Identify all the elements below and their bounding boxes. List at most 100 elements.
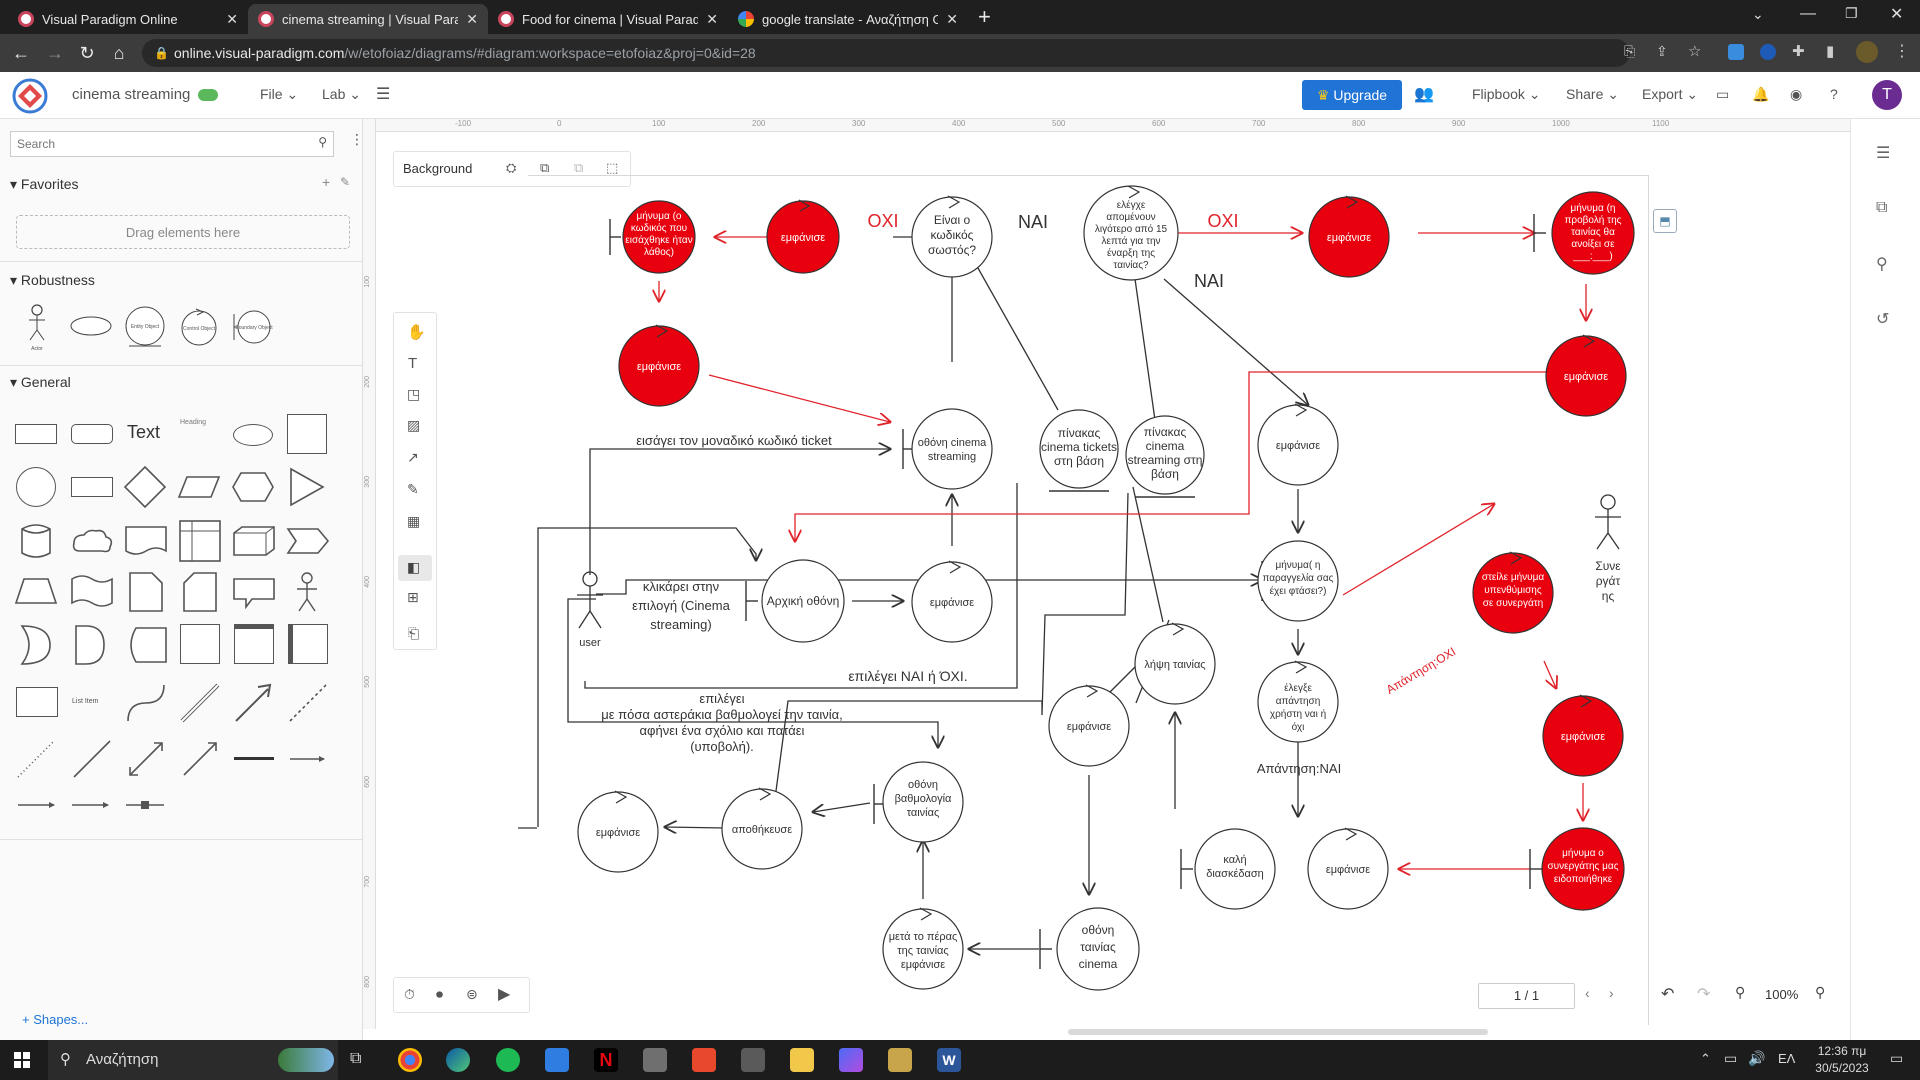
- file-menu[interactable]: File ⌄: [260, 86, 298, 103]
- cloud-shape[interactable]: [70, 527, 114, 555]
- user-avatar[interactable]: T: [1872, 80, 1902, 110]
- control-check-answer[interactable]: έλεγξε απάντηση χρήστη ναι ή όχι: [1257, 660, 1339, 743]
- vp-logo-icon[interactable]: [12, 78, 48, 114]
- control-remind-partner[interactable]: στείλε μήνυμα υπενθύμισης σε συνεργάτη: [1472, 551, 1554, 634]
- table-shape[interactable]: [178, 519, 222, 563]
- process-shape[interactable]: [71, 477, 113, 497]
- double-arrow-shape[interactable]: [178, 681, 222, 725]
- hexagon-shape[interactable]: [231, 471, 275, 503]
- control-after-movie-end[interactable]: μετά το πέρας της ταινίας εμφάνισε: [882, 907, 964, 990]
- trapezoid-shape[interactable]: [14, 577, 58, 605]
- extension-icon[interactable]: [1728, 44, 1744, 60]
- boundary-home-screen[interactable]: Αρχική οθόνη: [745, 559, 845, 643]
- clock-date[interactable]: 30/5/2023: [1812, 1061, 1872, 1075]
- connector-line-shape[interactable]: [124, 795, 166, 815]
- close-window-button[interactable]: ✕: [1890, 4, 1903, 24]
- puzzle-icon[interactable]: ✚: [1792, 42, 1805, 60]
- stick-figure-shape[interactable]: [292, 571, 322, 615]
- dotted-line-shape[interactable]: [14, 737, 58, 781]
- store-app-icon[interactable]: [545, 1048, 569, 1072]
- taskbar-search[interactable]: ⚲ Αναζήτηση: [48, 1040, 338, 1080]
- document-shape[interactable]: [124, 525, 168, 557]
- comments-icon[interactable]: ▭: [1716, 86, 1729, 103]
- boundary-partner-notified-message[interactable]: μήνυμα ο συνεργάτης μας ειδοποιήθηκε: [1529, 827, 1625, 911]
- rectangle-shape[interactable]: [15, 424, 57, 444]
- line-shape[interactable]: [70, 737, 114, 781]
- document-title[interactable]: cinema streaming: [72, 86, 190, 103]
- rounded-rectangle-shape[interactable]: [71, 424, 113, 444]
- favorites-header[interactable]: ▾ Favorites: [10, 176, 79, 193]
- task-view-icon[interactable]: ⧉: [350, 1050, 361, 1068]
- share-menu[interactable]: Share ⌄: [1566, 86, 1619, 103]
- extension-icon[interactable]: [1760, 44, 1776, 60]
- tray-chevron-icon[interactable]: ⌃: [1700, 1051, 1711, 1067]
- sidepanel-icon[interactable]: ▮: [1826, 42, 1834, 60]
- boundary-not-open-message[interactable]: μήνυμα (η προβολή της ταινίας θα ανοίξει σε…: [1533, 191, 1635, 275]
- heading-shape[interactable]: Heading: [180, 419, 206, 426]
- edit-pencil-icon[interactable]: ✎: [340, 175, 350, 189]
- translate-icon[interactable]: ⎘: [1624, 43, 1635, 60]
- clock-time[interactable]: 12:36 πμ: [1812, 1044, 1872, 1058]
- preview-eye-icon[interactable]: ◉: [1790, 86, 1802, 103]
- control-show-3[interactable]: εμφάνισε: [1048, 684, 1130, 767]
- control-show-4[interactable]: εμφάνισε: [577, 790, 659, 873]
- spotify-app-icon[interactable]: [496, 1048, 520, 1072]
- windows-start-icon[interactable]: [14, 1052, 30, 1068]
- share-icon[interactable]: ⇪: [1656, 43, 1668, 60]
- export-menu[interactable]: Export ⌄: [1642, 86, 1698, 103]
- collaborators-icon[interactable]: 👥: [1414, 84, 1434, 104]
- search-box[interactable]: ⚲: [10, 131, 334, 157]
- chevron-shape[interactable]: [286, 527, 330, 555]
- favorites-dropzone[interactable]: Drag elements here: [16, 215, 350, 249]
- menu-kebab-icon[interactable]: ⋮: [1894, 41, 1910, 61]
- format-panel-icon[interactable]: ☰: [1876, 143, 1890, 163]
- general-header[interactable]: ▾ General: [10, 374, 71, 391]
- word-app-icon[interactable]: W: [937, 1048, 961, 1072]
- file-explorer-app-icon[interactable]: [790, 1048, 814, 1072]
- frame-shape[interactable]: [234, 624, 274, 664]
- forward-button[interactable]: →: [44, 42, 66, 64]
- home-button[interactable]: ⌂: [108, 42, 130, 64]
- back-button[interactable]: ←: [10, 42, 32, 64]
- boundary-rating-screen[interactable]: οθόνη βαθμολογία ταινίας: [873, 761, 964, 843]
- block-arrow-shape[interactable]: [232, 681, 276, 725]
- curve-connector[interactable]: [124, 681, 168, 725]
- boundary-streaming-screen[interactable]: οθόνη cinema streaming: [902, 408, 993, 490]
- zoom-search-icon[interactable]: ⚲: [1876, 254, 1888, 274]
- dashed-line-shape[interactable]: [286, 681, 330, 725]
- card-shape[interactable]: [182, 571, 218, 613]
- new-tab-button[interactable]: +: [978, 4, 991, 30]
- lab-menu[interactable]: Lab ⌄: [322, 86, 361, 103]
- entity-object-shape[interactable]: [70, 316, 112, 336]
- container-shape[interactable]: [180, 624, 220, 664]
- tab-cinema-streaming[interactable]: cinema streaming | Visual Paradig ✕: [248, 4, 488, 34]
- app-icon[interactable]: [839, 1048, 863, 1072]
- parallelogram-shape[interactable]: [177, 475, 221, 499]
- square-shape[interactable]: [287, 414, 327, 454]
- triangle-shape[interactable]: [287, 467, 327, 507]
- tab-visual-paradigm[interactable]: Visual Paradigm Online ✕: [8, 4, 248, 34]
- pages-icon[interactable]: ⧉: [1876, 199, 1887, 217]
- control-show-1[interactable]: εμφάνισε: [1257, 403, 1339, 486]
- reload-button[interactable]: ↻: [76, 42, 98, 64]
- more-shapes-link[interactable]: + Shapes...: [22, 1012, 88, 1027]
- camera-app-icon[interactable]: [643, 1048, 667, 1072]
- netflix-app-icon[interactable]: N: [594, 1048, 618, 1072]
- bidirectional-arrow-shape[interactable]: [124, 737, 168, 781]
- close-icon[interactable]: ✕: [466, 11, 478, 28]
- edge-app-icon[interactable]: [446, 1048, 470, 1072]
- tab-google-translate[interactable]: google translate - Αναζήτηση Go ✕: [728, 4, 968, 34]
- notification-center-icon[interactable]: ▭: [1890, 1050, 1903, 1067]
- profile-avatar[interactable]: [1856, 41, 1878, 63]
- restore-button[interactable]: ❐: [1845, 5, 1858, 22]
- actor-user[interactable]: user: [577, 571, 603, 649]
- thick-line-shape[interactable]: [234, 757, 274, 760]
- tape-shape[interactable]: [70, 573, 114, 609]
- arrow-line-shape[interactable]: [70, 795, 112, 815]
- control-show-5[interactable]: εμφάνισε: [1307, 827, 1389, 910]
- bookmark-star-icon[interactable]: ☆: [1688, 42, 1701, 60]
- horizontal-scrollbar[interactable]: [1068, 1029, 1488, 1035]
- half-moon-shape[interactable]: [18, 624, 54, 666]
- control-show-2[interactable]: εμφάνισε: [911, 560, 993, 643]
- robustness-header[interactable]: ▾ Robustness: [10, 272, 95, 289]
